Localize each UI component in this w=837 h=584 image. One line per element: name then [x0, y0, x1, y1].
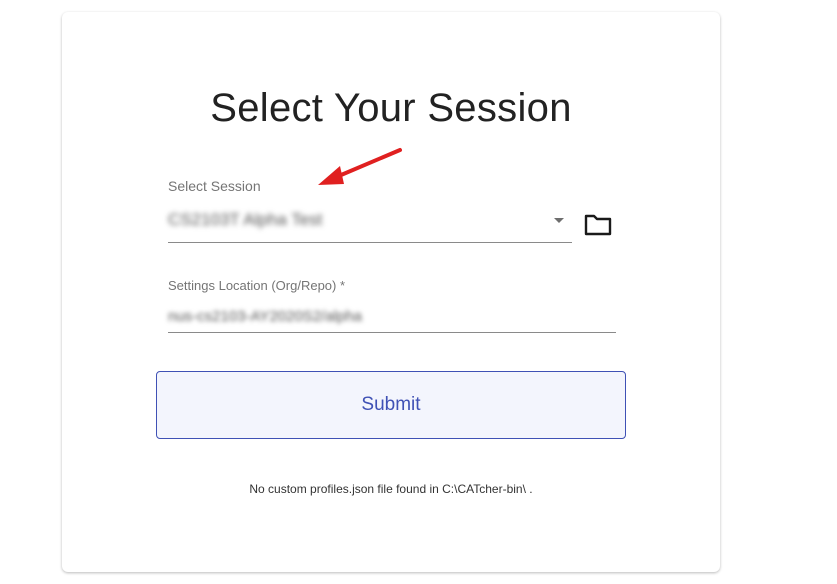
submit-button[interactable]: Submit	[156, 371, 626, 439]
red-arrow-icon	[318, 148, 402, 185]
profiles-note: No custom profiles.json file found in C:…	[249, 482, 533, 496]
settings-location-value: nus-cs2103-AY2020S2/alpha	[168, 308, 363, 325]
session-select[interactable]: CS2103T Alpha Test	[168, 204, 572, 243]
open-folder-button[interactable]	[583, 210, 613, 238]
page: Select Your Session Select Session CS210…	[0, 0, 837, 584]
select-session-label: Select Session	[168, 178, 261, 194]
settings-location-label: Settings Location (Org/Repo) *	[168, 278, 346, 293]
chevron-down-icon[interactable]	[554, 218, 564, 223]
settings-location-input[interactable]: nus-cs2103-AY2020S2/alpha	[168, 302, 616, 333]
folder-icon	[584, 214, 612, 236]
session-card: Select Your Session Select Session CS210…	[62, 12, 720, 572]
session-select-value: CS2103T Alpha Test	[168, 210, 323, 229]
page-title: Select Your Session	[210, 86, 572, 130]
